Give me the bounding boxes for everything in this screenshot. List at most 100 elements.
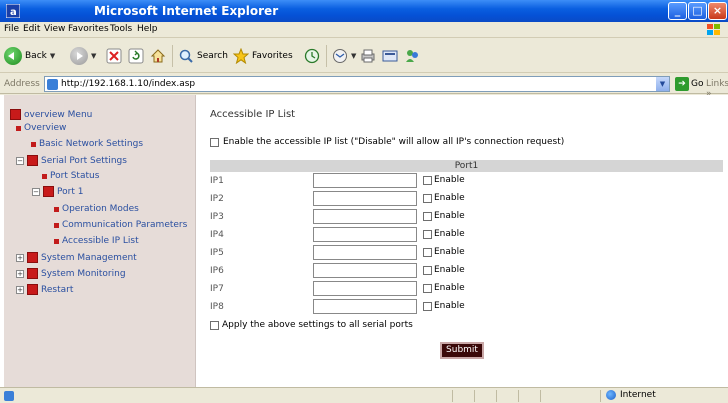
status-divider — [474, 390, 475, 402]
favorites-button[interactable]: Favorites — [233, 46, 293, 66]
close-button[interactable]: × — [708, 2, 727, 20]
enable-checkbox[interactable] — [423, 175, 432, 185]
enable-checkbox[interactable] — [423, 301, 432, 311]
sidebar-item-port-1[interactable]: − Port 1 — [32, 186, 83, 197]
enable-label: Enable — [434, 301, 465, 311]
apply-all-ports[interactable]: Apply the above settings to all serial p… — [210, 320, 413, 330]
print-button[interactable] — [360, 46, 376, 66]
history-button[interactable] — [304, 46, 320, 66]
enable-label: Enable — [434, 265, 465, 275]
search-icon — [179, 49, 193, 63]
ip-input[interactable] — [313, 299, 417, 314]
enable-checkbox[interactable] — [423, 247, 432, 257]
sidebar-item-label: System Management — [41, 252, 137, 263]
stop-icon — [106, 48, 122, 64]
folder-icon — [27, 284, 38, 295]
go-arrow-icon: ➔ — [675, 77, 689, 91]
forward-button[interactable]: ▼ — [70, 46, 96, 66]
bullet-icon — [54, 238, 59, 244]
ip-row: IP3 Enable — [210, 209, 723, 225]
ip-enable[interactable]: Enable — [423, 301, 465, 311]
search-label: Search — [197, 51, 228, 61]
enable-checkbox[interactable] — [423, 265, 432, 275]
enable-accessible-ip-list[interactable]: Enable the accessible IP list ("Disable"… — [210, 137, 564, 147]
bullet-icon — [42, 173, 47, 179]
sidebar-item-system-monitoring[interactable]: + System Monitoring — [16, 268, 126, 279]
mail-icon — [333, 49, 347, 63]
home-button[interactable] — [150, 46, 166, 66]
favorites-label: Favorites — [252, 51, 293, 61]
folder-icon — [27, 155, 38, 166]
minimize-button[interactable]: _ — [668, 2, 687, 20]
page-icon — [4, 391, 14, 401]
sidebar-item-basic-network-settings[interactable]: Basic Network Settings — [31, 139, 143, 149]
ip-enable[interactable]: Enable — [423, 229, 465, 239]
menu-edit[interactable]: Edit — [23, 24, 40, 34]
enable-checkbox[interactable] — [423, 193, 432, 203]
sidebar-item-overview-menu[interactable]: overview Menu — [10, 109, 92, 120]
menu-favorites[interactable]: Favorites — [68, 24, 109, 34]
ip-input[interactable] — [313, 281, 417, 296]
collapse-icon[interactable]: − — [16, 156, 24, 165]
expand-icon[interactable]: + — [16, 253, 24, 262]
menu-file[interactable]: File — [4, 24, 19, 34]
menu-help[interactable]: Help — [137, 24, 158, 34]
status-bar: Internet — [0, 387, 728, 403]
expand-icon[interactable]: + — [16, 285, 24, 294]
ip-input[interactable] — [313, 227, 417, 242]
ip-input[interactable] — [313, 191, 417, 206]
enable-checkbox[interactable] — [423, 229, 432, 239]
sidebar-item-restart[interactable]: + Restart — [16, 284, 73, 295]
ip-input[interactable] — [313, 209, 417, 224]
sidebar-item-operation-modes[interactable]: Operation Modes — [54, 204, 139, 214]
sidebar-item-label: Basic Network Settings — [39, 139, 144, 149]
mail-button[interactable]: ▼ — [332, 46, 356, 66]
refresh-button[interactable] — [128, 46, 144, 66]
ip-row: IP8 Enable — [210, 299, 723, 315]
sidebar-item-overview[interactable]: Overview — [16, 123, 66, 133]
sidebar-item-port-status[interactable]: Port Status — [42, 171, 99, 181]
sidebar-item-label: Communication Parameters — [62, 220, 188, 230]
apply-all-label: Apply the above settings to all serial p… — [222, 320, 413, 330]
enable-label: Enable — [434, 211, 465, 221]
back-button[interactable]: Back ▼ — [4, 46, 55, 66]
menu-bar: File Edit View Favorites Tools Help — [0, 22, 728, 38]
sidebar-item-communication-parameters[interactable]: Communication Parameters — [54, 220, 187, 230]
toolbar-separator — [326, 45, 327, 67]
go-button[interactable]: ➔ Go — [675, 77, 703, 91]
ip-enable[interactable]: Enable — [423, 283, 465, 293]
star-icon — [233, 48, 249, 64]
ip-input[interactable] — [313, 173, 417, 188]
enable-checkbox[interactable] — [423, 283, 432, 293]
expand-icon[interactable]: + — [16, 269, 24, 278]
status-divider — [496, 390, 497, 402]
folder-icon — [27, 268, 38, 279]
apply-all-checkbox[interactable] — [210, 320, 219, 330]
collapse-icon[interactable]: − — [32, 187, 40, 196]
sidebar-item-serial-port-settings[interactable]: − Serial Port Settings — [16, 155, 127, 166]
stop-button[interactable] — [106, 46, 122, 66]
edit-button[interactable] — [382, 46, 398, 66]
menu-view[interactable]: View — [44, 24, 65, 34]
ip-enable[interactable]: Enable — [423, 175, 465, 185]
ip-input[interactable] — [313, 263, 417, 278]
menu-tools[interactable]: Tools — [110, 24, 132, 34]
chevron-down-icon[interactable]: ▼ — [656, 77, 669, 91]
ip-input[interactable] — [313, 245, 417, 260]
ip-enable[interactable]: Enable — [423, 265, 465, 275]
ip-enable[interactable]: Enable — [423, 247, 465, 257]
maximize-button[interactable]: □ — [688, 2, 707, 20]
sidebar-item-accessible-ip-list[interactable]: Accessible IP List — [54, 236, 139, 246]
messenger-button[interactable] — [404, 46, 420, 66]
enable-list-checkbox[interactable] — [210, 137, 219, 147]
ip-label: IP8 — [210, 302, 224, 312]
folder-icon — [43, 186, 54, 197]
search-button[interactable]: Search — [178, 46, 228, 66]
address-input[interactable]: http://192.168.1.10/index.asp ▼ — [44, 76, 670, 92]
sidebar-item-system-management[interactable]: + System Management — [16, 252, 137, 263]
ip-enable[interactable]: Enable — [423, 211, 465, 221]
submit-button[interactable]: Submit — [440, 342, 484, 359]
enable-label: Enable — [434, 193, 465, 203]
ip-enable[interactable]: Enable — [423, 193, 465, 203]
enable-checkbox[interactable] — [423, 211, 432, 221]
